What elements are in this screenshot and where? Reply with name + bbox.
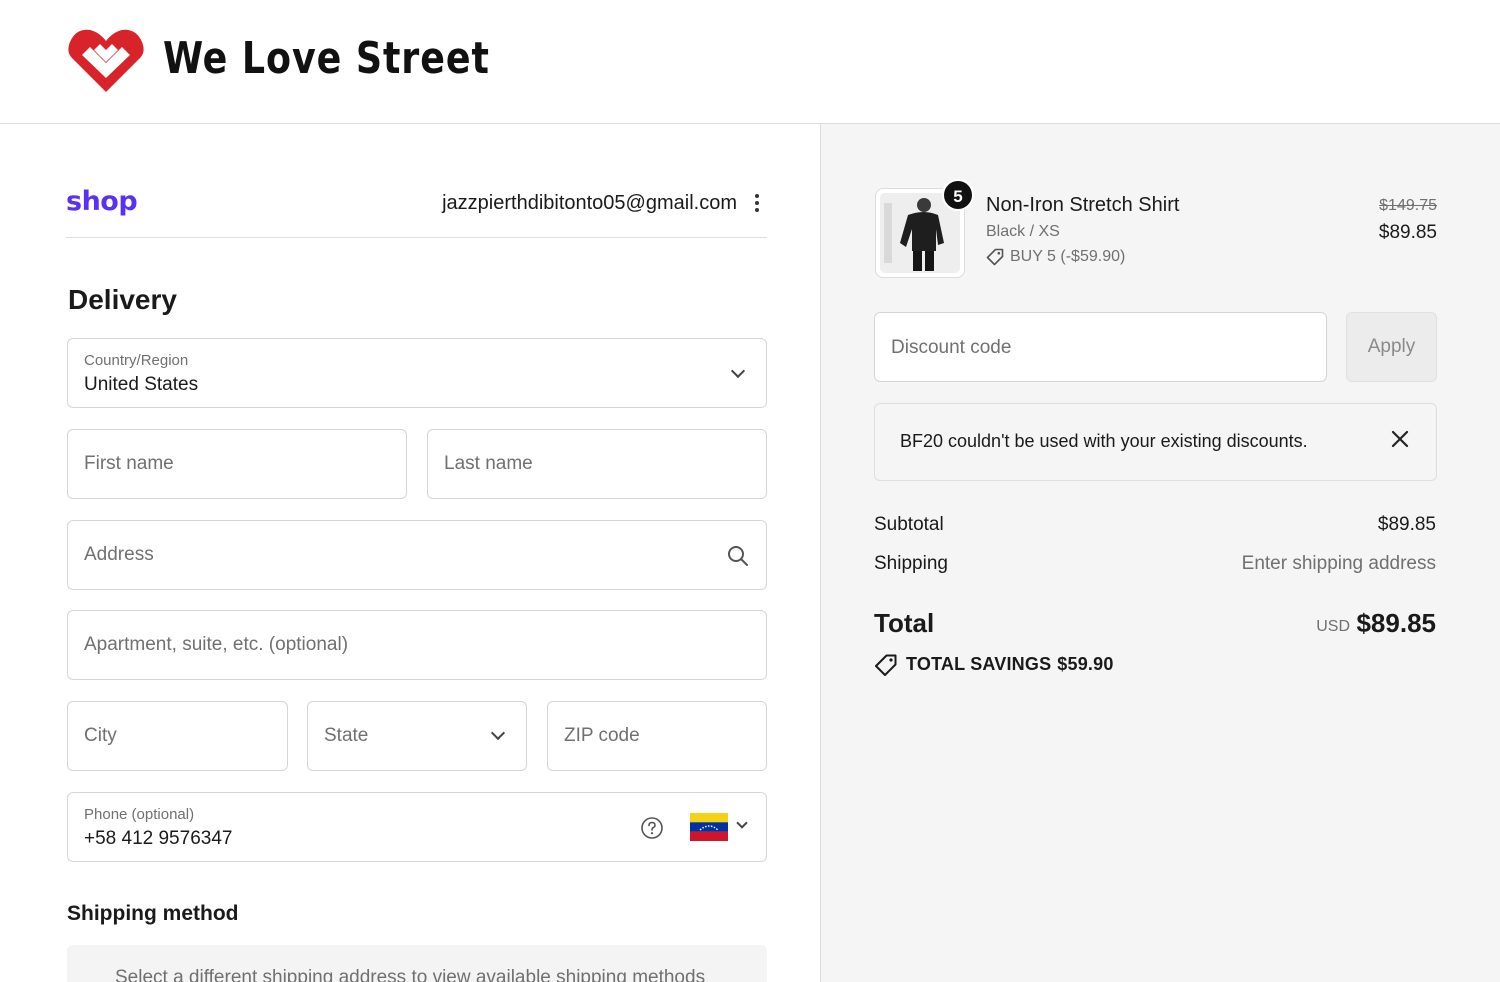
apply-button[interactable]: Apply — [1346, 312, 1437, 382]
product-discount: BUY 5 (-$59.90) — [986, 248, 1125, 266]
city-input[interactable]: City — [67, 701, 288, 771]
zip-placeholder: ZIP code — [564, 725, 640, 746]
venezuela-flag-icon — [690, 813, 728, 841]
more-options-icon[interactable] — [752, 194, 762, 214]
help-icon[interactable] — [640, 816, 664, 840]
divider — [66, 237, 767, 238]
shipping-method-title: Shipping method — [67, 902, 239, 925]
address-placeholder: Address — [84, 544, 154, 565]
chevron-down-icon — [730, 363, 746, 379]
total-value: $89.85 — [1356, 608, 1436, 638]
discount-alert-message: BF20 couldn't be used with your existing… — [900, 431, 1308, 451]
total-savings-label: TOTAL SAVINGS — [906, 653, 1052, 674]
tag-icon — [875, 654, 897, 676]
product-price: $89.85 — [1378, 222, 1437, 243]
total-savings: TOTAL SAVINGS $59.90 — [874, 653, 1114, 677]
discount-code-placeholder: Discount code — [891, 337, 1012, 358]
country-label: Country/Region — [84, 352, 189, 369]
discount-code-input[interactable]: Discount code — [874, 312, 1327, 382]
discount-alert: BF20 couldn't be used with your existing… — [874, 403, 1437, 481]
phone-label: Phone (optional) — [84, 806, 195, 823]
first-name-input[interactable]: First name — [67, 429, 407, 499]
country-code-select[interactable] — [690, 813, 754, 843]
product-name: Non-Iron Stretch Shirt — [986, 194, 1180, 216]
apartment-placeholder: Apartment, suite, etc. (optional) — [84, 634, 349, 655]
chevron-down-icon — [490, 725, 506, 741]
product-discount-label: BUY 5 (-$59.90) — [1010, 248, 1126, 266]
shop-pay-logo: shop — [66, 186, 138, 217]
shipping-method-notice: Select a different shipping address to v… — [67, 945, 767, 982]
shipping-value: Enter shipping address — [1241, 553, 1436, 574]
original-price: $149.75 — [1379, 197, 1437, 214]
total-savings-value: $59.90 — [1057, 653, 1114, 674]
total-label: Total — [874, 608, 935, 638]
phone-value: +58 412 9576347 — [84, 828, 233, 849]
close-icon[interactable] — [1387, 426, 1413, 452]
country-value: United States — [84, 374, 199, 395]
state-select[interactable]: State — [307, 701, 527, 771]
country-select[interactable]: Country/Region United States — [67, 338, 767, 408]
site-header: We Love Street — [0, 0, 1500, 124]
quantity-badge: 5 — [942, 179, 974, 211]
state-placeholder: State — [324, 725, 369, 746]
brand-name[interactable]: We Love Street — [163, 30, 490, 88]
product-variant: Black / XS — [986, 223, 1060, 240]
currency-code: USD — [1316, 618, 1350, 635]
checkout-form: shop jazzpierthdibitonto05@gmail.com Del… — [0, 124, 821, 982]
last-name-placeholder: Last name — [444, 453, 533, 474]
delivery-title: Delivery — [68, 284, 177, 315]
chevron-down-icon — [736, 817, 748, 829]
shipping-label: Shipping — [874, 553, 948, 574]
search-icon — [728, 546, 748, 566]
account-email: jazzpierthdibitonto05@gmail.com — [442, 192, 737, 214]
tag-icon — [986, 248, 1004, 266]
subtotal-value: $89.85 — [1377, 514, 1436, 535]
subtotal-label: Subtotal — [874, 514, 944, 535]
first-name-placeholder: First name — [84, 453, 174, 474]
heart-logo-icon[interactable] — [66, 22, 146, 94]
apartment-input[interactable]: Apartment, suite, etc. (optional) — [67, 610, 767, 680]
order-summary: 5 Non-Iron Stretch Shirt Black / XS BUY … — [821, 124, 1500, 982]
last-name-input[interactable]: Last name — [427, 429, 767, 499]
zip-input[interactable]: ZIP code — [547, 701, 767, 771]
city-placeholder: City — [84, 725, 117, 746]
address-input[interactable]: Address — [67, 520, 767, 590]
phone-input[interactable]: Phone (optional) +58 412 9576347 — [67, 792, 767, 862]
shipping-method-message: Select a different shipping address to v… — [115, 967, 706, 982]
